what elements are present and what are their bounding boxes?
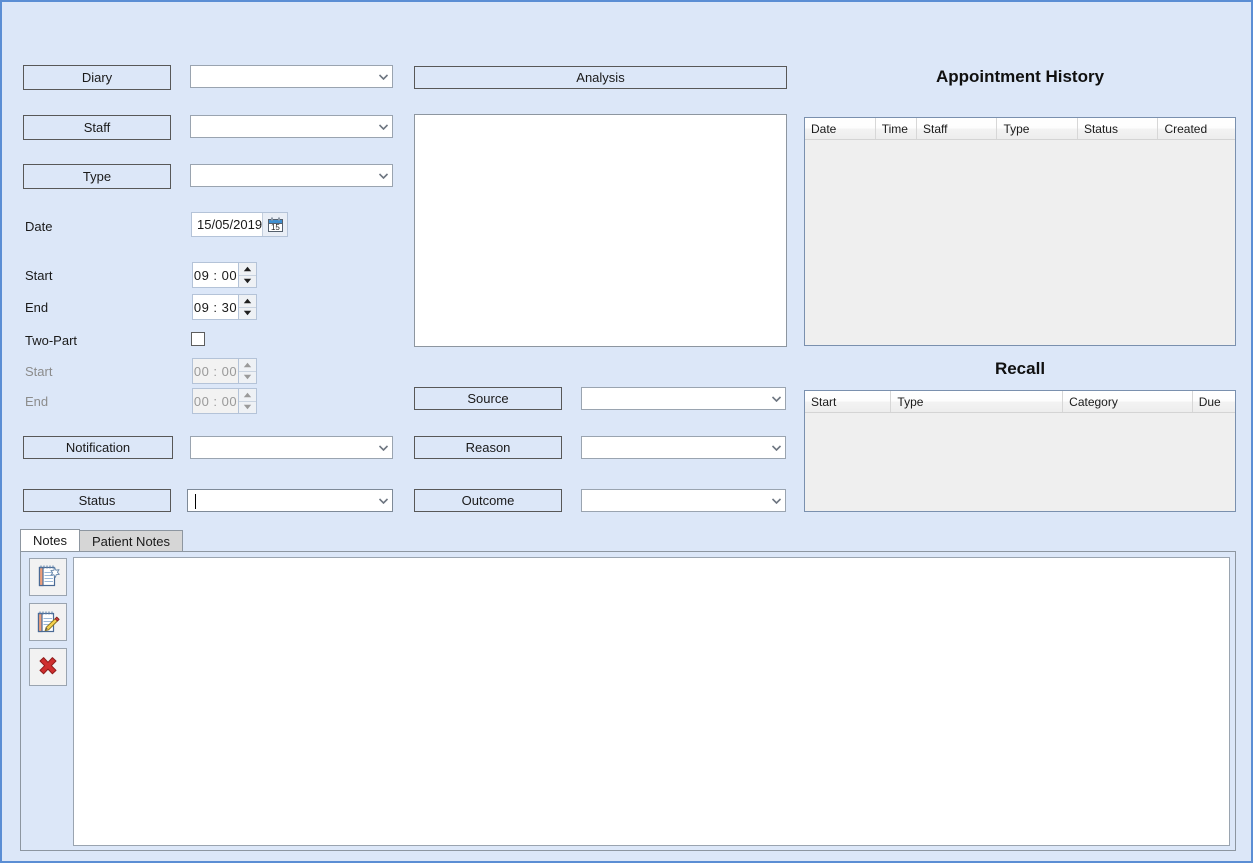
delete-note-button[interactable] (29, 648, 67, 686)
end-label: End (25, 300, 49, 315)
chevron-down-icon (374, 172, 392, 179)
tab-notes[interactable]: Notes (20, 529, 80, 551)
appointment-window: Diary Staff Type Date 15/05/2019 15 Star… (0, 0, 1253, 863)
notes-toolbar (21, 552, 75, 693)
end-time-spinner[interactable]: 09 : 30 (192, 294, 257, 320)
two-part-checkbox[interactable] (191, 332, 205, 346)
two-part-end-down-button (239, 401, 256, 413)
chevron-down-icon (767, 444, 785, 451)
chevron-down-icon (767, 395, 785, 402)
two-part-start-down-button (239, 371, 256, 383)
recall-column-header[interactable]: Category (1063, 391, 1193, 412)
appointment-history-header: Date Time Staff Type Status Created (805, 118, 1235, 140)
status-button[interactable]: Status (23, 489, 171, 512)
end-time-value: 09 : 30 (193, 299, 238, 315)
two-part-end-spinner: 00 : 00 (192, 388, 257, 414)
recall-column-header[interactable]: Due (1193, 391, 1235, 412)
recall-column-header[interactable]: Type (891, 391, 1064, 412)
appointment-history-column-header[interactable]: Created (1158, 118, 1235, 139)
two-part-start-spinner: 00 : 00 (192, 358, 257, 384)
date-label: Date (25, 219, 53, 234)
new-note-button[interactable] (29, 558, 67, 596)
two-part-start-value: 00 : 00 (193, 363, 238, 379)
start-time-stepper (238, 263, 256, 287)
appointment-history-column-header[interactable]: Date (805, 118, 876, 139)
two-part-label: Two-Part (25, 333, 78, 348)
recall-grid[interactable]: Start Type Category Due (804, 390, 1236, 512)
appointment-history-body[interactable] (805, 140, 1235, 345)
diary-button[interactable]: Diary (23, 65, 171, 90)
two-part-start-up-button (239, 359, 256, 372)
date-value: 15/05/2019 (197, 217, 263, 232)
two-part-end-up-button (239, 389, 256, 402)
svg-text:15: 15 (271, 223, 280, 232)
notification-button[interactable]: Notification (23, 436, 173, 459)
appointment-history-column-header[interactable]: Type (997, 118, 1078, 139)
edit-note-button[interactable] (29, 603, 67, 641)
appointment-history-column-header[interactable]: Status (1078, 118, 1159, 139)
appointment-history-column-header[interactable]: Time (876, 118, 917, 139)
staff-button[interactable]: Staff (23, 115, 171, 140)
appointment-history-grid[interactable]: Date Time Staff Type Status Created (804, 117, 1236, 346)
start-time-value: 09 : 00 (193, 267, 238, 283)
start-label: Start (25, 268, 53, 283)
staff-combo[interactable] (190, 115, 393, 138)
analysis-panel[interactable] (414, 114, 787, 347)
start-time-spinner[interactable]: 09 : 00 (192, 262, 257, 288)
outcome-combo[interactable] (581, 489, 786, 512)
start-time-down-button[interactable] (239, 275, 256, 287)
notes-tabstrip: Notes Patient Notes (20, 529, 184, 551)
outcome-button[interactable]: Outcome (414, 489, 562, 512)
notification-combo[interactable] (190, 436, 393, 459)
two-part-start-label: Start (25, 364, 53, 379)
type-button[interactable]: Type (23, 164, 171, 189)
recall-body[interactable] (805, 413, 1235, 511)
recall-title: Recall (994, 359, 1046, 378)
two-part-start-stepper (238, 359, 256, 383)
end-time-down-button[interactable] (239, 307, 256, 319)
notes-editor-text (74, 558, 1229, 566)
chevron-down-icon (767, 497, 785, 504)
notes-panel (20, 551, 1236, 851)
two-part-end-value: 00 : 00 (193, 393, 238, 409)
calendar-icon[interactable]: 15 (262, 213, 288, 236)
chevron-down-icon (374, 497, 392, 504)
diary-combo[interactable] (190, 65, 393, 88)
end-time-stepper (238, 295, 256, 319)
end-time-up-button[interactable] (239, 295, 256, 308)
chevron-down-icon (374, 444, 392, 451)
appointment-history-column-header[interactable]: Staff (917, 118, 998, 139)
source-button[interactable]: Source (414, 387, 562, 410)
date-field[interactable]: 15/05/2019 15 (191, 212, 288, 237)
source-combo[interactable] (581, 387, 786, 410)
chevron-down-icon (374, 123, 392, 130)
two-part-end-label: End (25, 394, 49, 409)
analysis-text (415, 115, 786, 123)
two-part-end-stepper (238, 389, 256, 413)
type-combo[interactable] (190, 164, 393, 187)
reason-button[interactable]: Reason (414, 436, 562, 459)
recall-column-header[interactable]: Start (805, 391, 892, 412)
recall-header: Start Type Category Due (805, 391, 1235, 413)
appointment-history-title: Appointment History (935, 67, 1105, 86)
start-time-up-button[interactable] (239, 263, 256, 276)
notes-editor[interactable] (73, 557, 1230, 846)
tab-patient-notes[interactable]: Patient Notes (78, 530, 184, 551)
chevron-down-icon (374, 73, 392, 80)
status-combo-value (188, 492, 374, 509)
text-caret (195, 493, 196, 509)
analysis-button[interactable]: Analysis (414, 66, 787, 89)
reason-combo[interactable] (581, 436, 786, 459)
status-combo[interactable] (187, 489, 393, 512)
